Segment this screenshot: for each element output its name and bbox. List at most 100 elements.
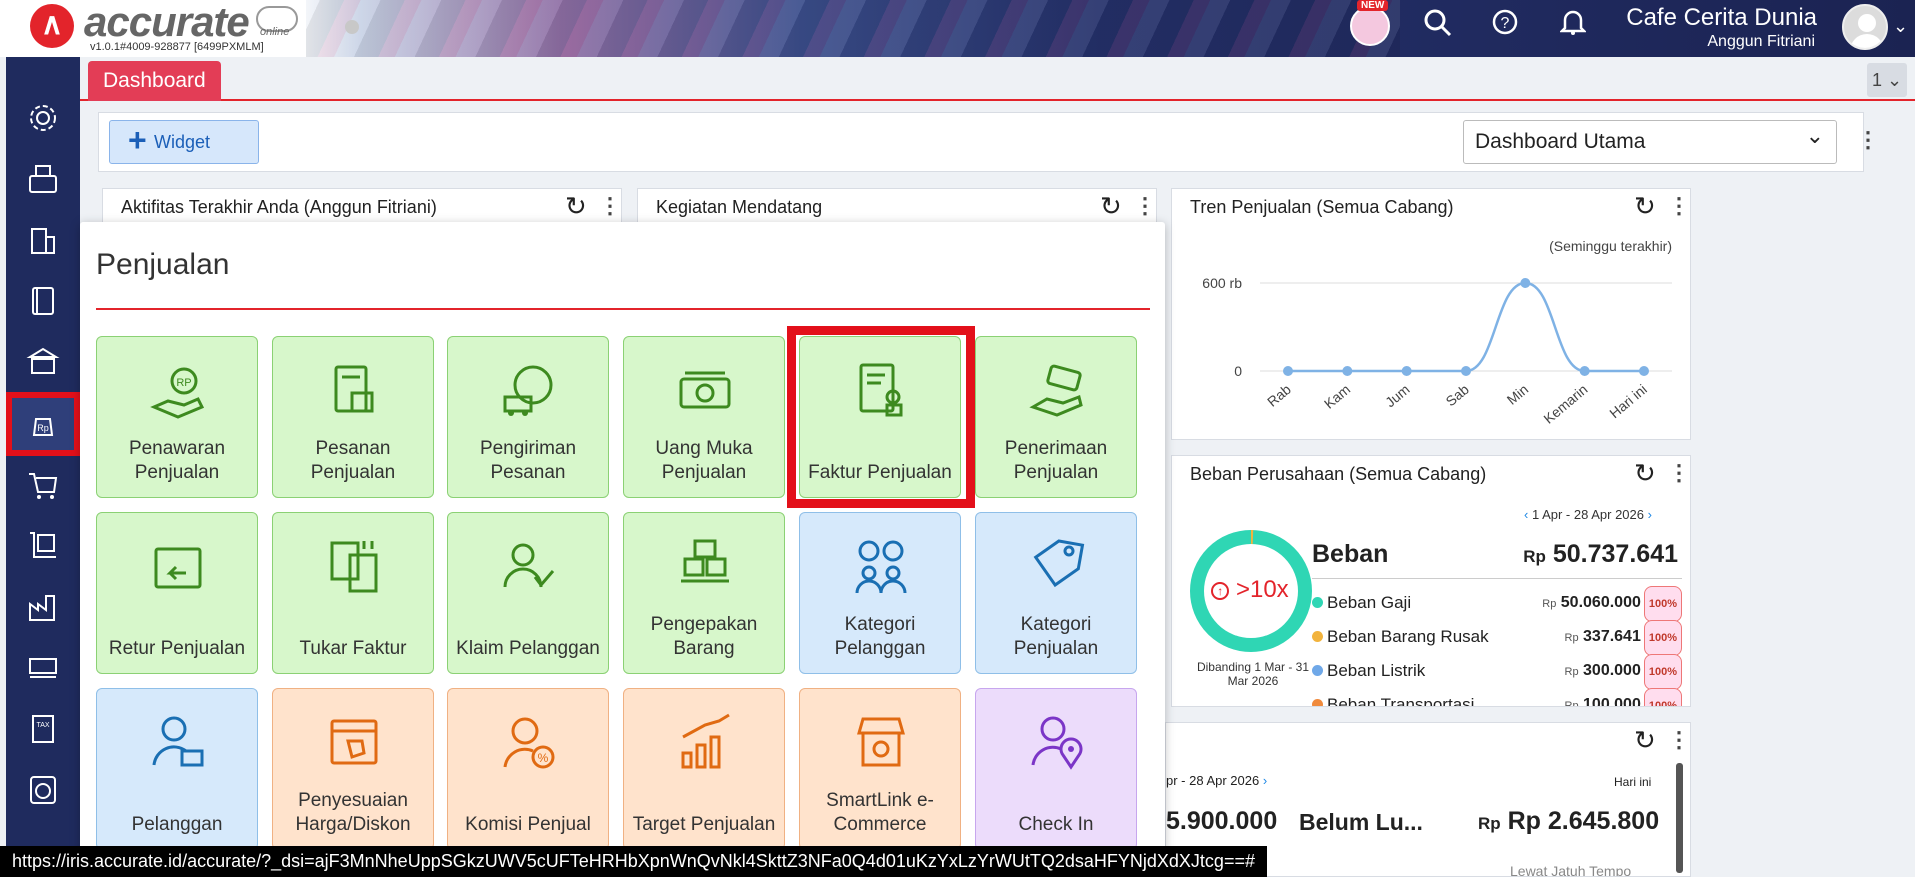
more-icon[interactable]: ⋮ bbox=[599, 195, 621, 217]
today-label: Hari ini bbox=[1614, 775, 1652, 789]
more-icon[interactable]: ⋮ bbox=[1668, 195, 1690, 217]
tab-dashboard[interactable]: Dashboard bbox=[88, 61, 221, 101]
menu-tile-pengepakan-barang[interactable]: Pengepakan Barang bbox=[623, 512, 785, 674]
refresh-icon[interactable]: ↻ bbox=[1634, 458, 1656, 489]
tile-label: Target Penjualan bbox=[632, 814, 776, 835]
user-avatar[interactable] bbox=[1842, 4, 1888, 50]
cash-icon bbox=[679, 371, 731, 409]
accurate-logo-icon: ∧ bbox=[30, 4, 74, 48]
series-line bbox=[1288, 281, 1644, 373]
up-arrow-icon: ↑ bbox=[1211, 581, 1230, 600]
tile-label: Klaim Pelanggan bbox=[456, 638, 600, 659]
total-amount: 50.737.641 bbox=[1552, 540, 1678, 568]
more-icon[interactable]: ⋮ bbox=[1134, 195, 1156, 217]
highlight-box bbox=[787, 326, 975, 508]
whats-new-avatar[interactable] bbox=[1350, 6, 1390, 46]
tile-label: SmartLink e-Commerce bbox=[826, 790, 934, 835]
menu-tile-check-in[interactable]: Check In bbox=[975, 688, 1137, 850]
menu-tile-komisi-penjual[interactable]: % Komisi Penjual bbox=[447, 688, 609, 850]
tile-label: Check In bbox=[1018, 814, 1094, 835]
tile-label: Kategori Pelanggan bbox=[834, 614, 926, 659]
expense-row[interactable]: Beban Barang Rusak Rp 337.641 100% bbox=[1312, 620, 1682, 656]
data-point bbox=[1461, 366, 1471, 376]
menu-tile-tukar-faktur[interactable]: Tukar Faktur bbox=[272, 512, 434, 674]
expense-row[interactable]: Beban Gaji Rp 50.060.000 100% bbox=[1312, 586, 1682, 622]
help-icon[interactable]: ? bbox=[1488, 8, 1522, 44]
menu-tile-pelanggan[interactable]: Pelanggan bbox=[96, 688, 258, 850]
sidebar-item-settings[interactable] bbox=[6, 89, 80, 147]
sidebar-item-purchase[interactable] bbox=[6, 456, 80, 514]
menu-tile-kategori-pelanggan[interactable]: Kategori Pelanggan bbox=[799, 512, 961, 674]
tile-label: Penerimaan Penjualan bbox=[1004, 438, 1108, 483]
menu-tile-kategori-penjualan[interactable]: Kategori Penjualan bbox=[975, 512, 1137, 674]
menu-tile-retur-penjualan[interactable]: Retur Penjualan bbox=[96, 512, 258, 674]
currency-label: Rp bbox=[1523, 547, 1546, 566]
user-percent-icon: % bbox=[503, 717, 555, 769]
expense-row[interactable]: Beban Transportasi... Rp 100.000 100% bbox=[1312, 688, 1682, 707]
sidebar-item-fax[interactable] bbox=[6, 150, 80, 208]
upcoming-card-title: Kegiatan Mendatang bbox=[656, 197, 823, 217]
menu-tile-smartlink-e-commerce[interactable]: SmartLink e-Commerce bbox=[799, 688, 961, 850]
data-point bbox=[1342, 366, 1353, 376]
menu-tile-pesanan-penjualan[interactable]: Pesanan Penjualan bbox=[272, 336, 434, 498]
menu-tile-penerimaan-penjualan[interactable]: Penerimaan Penjualan bbox=[975, 336, 1137, 498]
svg-text:Rp: Rp bbox=[37, 423, 49, 433]
expense-name: Beban Listrik bbox=[1327, 661, 1426, 680]
more-icon[interactable]: ⋮ bbox=[1668, 462, 1690, 484]
add-widget-button[interactable]: Widget bbox=[109, 119, 259, 164]
expense-name: Beban Transportasi... bbox=[1327, 695, 1489, 707]
more-icon[interactable]: ⋮ bbox=[1668, 729, 1690, 751]
company-name[interactable]: Cafe Cerita Dunia bbox=[1626, 4, 1817, 32]
refresh-icon[interactable]: ↻ bbox=[1634, 725, 1656, 756]
sidebar-item-reports[interactable] bbox=[6, 761, 80, 819]
sidebar-item-inventory[interactable] bbox=[6, 517, 80, 575]
chevron-right-icon[interactable]: › bbox=[1648, 507, 1652, 522]
sidebar-item-manufacture[interactable] bbox=[6, 639, 80, 697]
tile-label: Pelanggan bbox=[131, 814, 223, 835]
menu-tile-pengiriman-pesanan[interactable]: Pengiriman Pesanan bbox=[447, 336, 609, 498]
expense-percent: 100% bbox=[1643, 586, 1682, 622]
fax-machine-icon bbox=[29, 165, 57, 193]
chevron-right-icon[interactable]: › bbox=[1263, 773, 1267, 788]
app-logo[interactable]: ∧ accurate online v1.0.1#4009-928877 [64… bbox=[6, 0, 306, 57]
scrollbar[interactable] bbox=[1676, 763, 1683, 873]
period-nav[interactable]: ‹ 1 Apr - 28 Apr 2026 › bbox=[1524, 507, 1652, 522]
menu-tile-penyesuaian-harga-diskon[interactable]: Penyesuaian Harga/Diskon bbox=[272, 688, 434, 850]
expense-percent: 100% bbox=[1643, 654, 1682, 690]
expense-value: 100.000 bbox=[1583, 696, 1641, 707]
y-tick-label: 0 bbox=[1234, 363, 1242, 379]
sidebar-item-tax[interactable]: TAX bbox=[6, 700, 80, 758]
menu-tile-uang-muka-penjualan[interactable]: Uang Muka Penjualan bbox=[623, 336, 785, 498]
more-icon[interactable]: ⋮ bbox=[1857, 129, 1879, 151]
menu-tile-target-penjualan[interactable]: Target Penjualan bbox=[623, 688, 785, 850]
sidebar-item-bank[interactable] bbox=[6, 333, 80, 391]
x-tick-label: Sab bbox=[1443, 381, 1473, 409]
chevron-down-icon[interactable]: ⌄ bbox=[1893, 16, 1908, 37]
sidebar-item-company[interactable] bbox=[6, 211, 80, 269]
svg-text:RP: RP bbox=[176, 377, 191, 389]
refresh-icon[interactable]: ↻ bbox=[565, 191, 587, 222]
chevron-left-icon[interactable]: ‹ bbox=[1524, 507, 1528, 522]
search-icon[interactable] bbox=[1421, 8, 1455, 44]
refresh-icon[interactable]: ↻ bbox=[1634, 191, 1656, 222]
expense-row[interactable]: Beban Listrik Rp 300.000 100% bbox=[1312, 654, 1682, 690]
sidebar-item-assets[interactable] bbox=[6, 578, 80, 636]
price-box-icon bbox=[330, 719, 378, 765]
menu-divider bbox=[96, 308, 1150, 310]
legend-dot bbox=[1312, 699, 1323, 706]
expense-value: 50.060.000 bbox=[1560, 594, 1641, 611]
user-name[interactable]: Anggun Fitriani bbox=[1707, 33, 1815, 51]
comparison-badge: ↑ >10x bbox=[1202, 576, 1298, 604]
expense-name: Beban Barang Rusak bbox=[1327, 627, 1489, 646]
menu-tile-klaim-pelanggan[interactable]: Klaim Pelanggan bbox=[447, 512, 609, 674]
svg-text:?: ? bbox=[1501, 15, 1510, 32]
menu-tile-penawaran-penjualan[interactable]: RP Penawaran Penjualan bbox=[96, 336, 258, 498]
dashboard-select[interactable]: Dashboard Utama bbox=[1463, 115, 1837, 164]
refresh-icon[interactable]: ↻ bbox=[1100, 191, 1122, 222]
sidebar-item-ledger[interactable] bbox=[6, 272, 80, 330]
sidebar-item-sales[interactable]: Rp bbox=[6, 392, 80, 456]
window-count[interactable]: 1 ⌄ bbox=[1867, 63, 1907, 97]
sales-menu-popup: Penjualan RP Penawaran Penjualan Pesanan P… bbox=[80, 222, 1165, 877]
menu-title: Penjualan bbox=[96, 248, 230, 281]
bell-icon[interactable] bbox=[1556, 8, 1590, 44]
